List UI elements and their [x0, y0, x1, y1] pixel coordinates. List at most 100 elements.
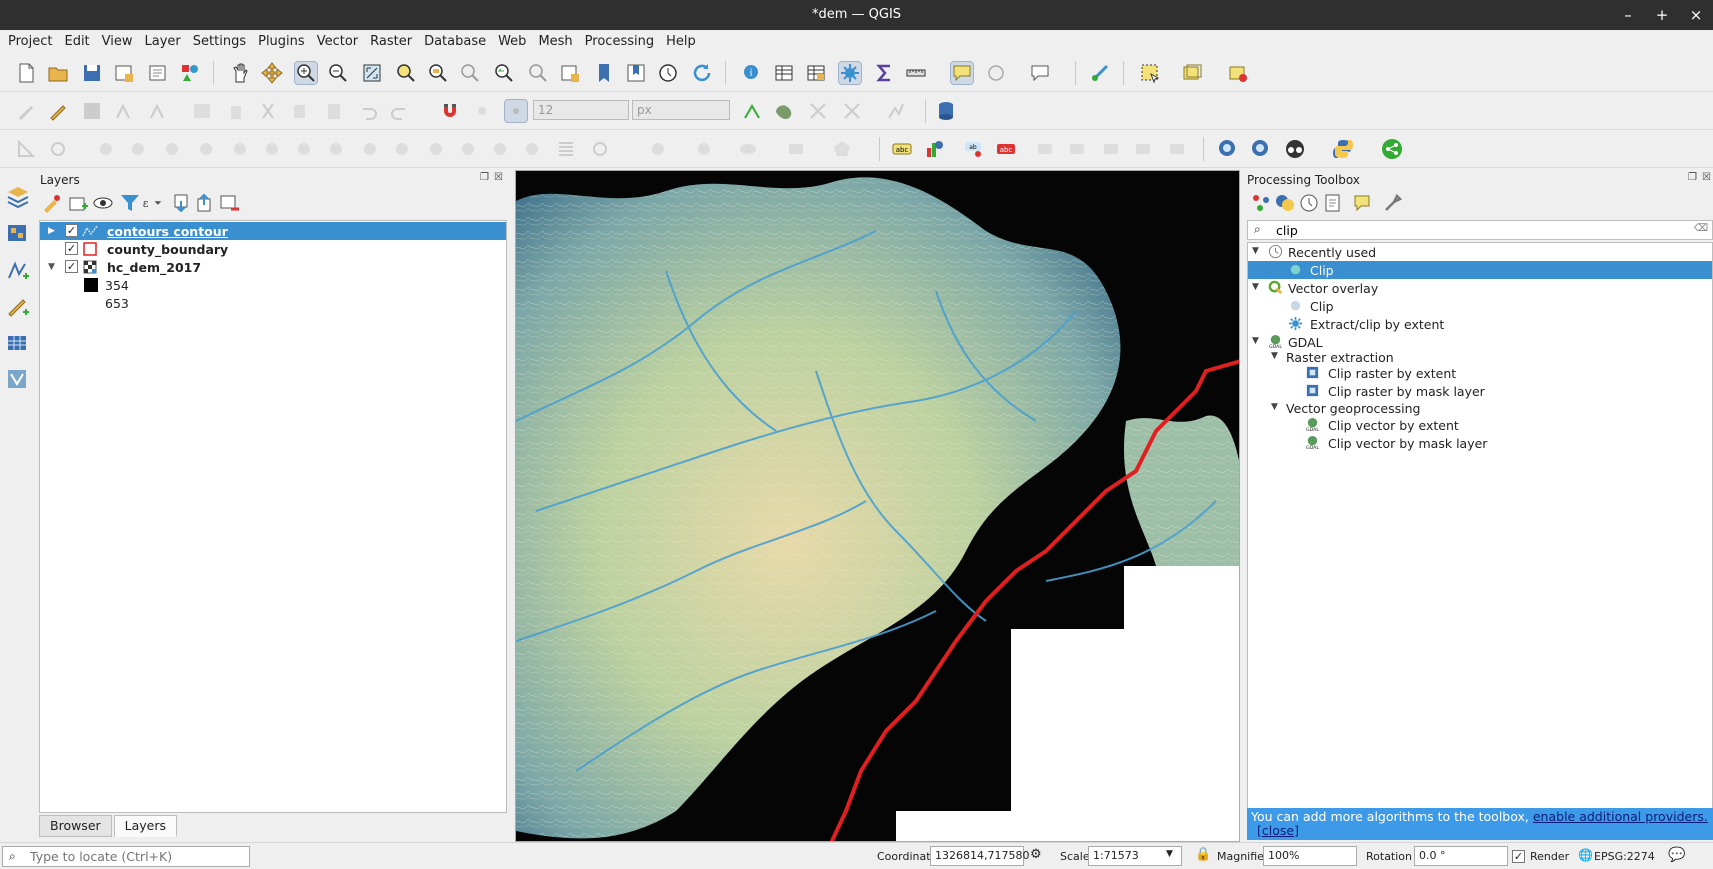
close-window-button[interactable]: ×	[1684, 5, 1708, 25]
add-raster-layer-icon[interactable]	[5, 220, 31, 246]
merge-features-icon[interactable]	[359, 138, 381, 160]
zoom-full-icon[interactable]	[361, 62, 383, 84]
intersection-snapping-icon[interactable]	[807, 100, 829, 122]
pan-to-selection-icon[interactable]	[261, 62, 283, 84]
copy-features-icon[interactable]	[289, 100, 311, 122]
scale-feature-icon[interactable]	[489, 138, 511, 160]
results-viewer-icon[interactable]	[1322, 192, 1340, 212]
attribute-table-icon[interactable]	[773, 62, 795, 84]
undo-rotate-icon[interactable]	[589, 138, 611, 160]
save-edits-icon[interactable]	[81, 100, 103, 122]
show-label-icon[interactable]	[1067, 138, 1089, 160]
simplify-icon[interactable]	[425, 138, 447, 160]
pan-map-icon[interactable]	[229, 62, 251, 84]
shape-digitize-icon[interactable]	[647, 138, 669, 160]
new-shapefile-icon[interactable]	[5, 294, 31, 320]
processing-toolbox-icon[interactable]	[838, 61, 862, 85]
paste-features-icon[interactable]	[323, 100, 345, 122]
coordinate-field[interactable]: 1326814,717580	[930, 846, 1029, 866]
select-all-icon[interactable]	[1181, 62, 1203, 84]
expand-arrow-icon[interactable]: ▶	[48, 226, 55, 236]
menu-help[interactable]: Help	[660, 30, 702, 54]
redo-icon[interactable]	[389, 100, 411, 122]
identify-features-icon[interactable]: i	[741, 62, 763, 84]
reshape-icon[interactable]	[229, 138, 251, 160]
new-project-icon[interactable]	[15, 62, 37, 84]
map-render[interactable]	[516, 171, 1240, 842]
select-features-icon[interactable]	[1139, 62, 1161, 84]
circle-digitize-icon[interactable]	[693, 138, 715, 160]
measure-icon[interactable]	[905, 62, 927, 84]
align-icon[interactable]	[555, 138, 577, 160]
tree-item-extract-clip-by-extent[interactable]: Extract/clip by extent	[1248, 315, 1712, 333]
tree-item-clip-raster-by-mask[interactable]: Clip raster by mask layer	[1248, 382, 1712, 400]
menu-processing[interactable]: Processing	[579, 30, 660, 54]
menu-settings[interactable]: Settings	[187, 30, 252, 54]
dock-float-icon[interactable]: ❐	[1688, 172, 1697, 183]
text-annotation-icon[interactable]	[1029, 62, 1051, 84]
layer-visibility-checkbox[interactable]: ✓	[65, 224, 78, 237]
processing-options-icon[interactable]	[1382, 192, 1403, 211]
current-edits-icon[interactable]	[15, 100, 37, 122]
save-project-icon[interactable]	[81, 62, 103, 84]
collapse-arrow-icon[interactable]: ▼	[1252, 282, 1259, 292]
snapping-magnet-icon[interactable]	[439, 100, 461, 122]
collapse-arrow-icon[interactable]: ▼	[1271, 351, 1278, 361]
remove-layer-icon[interactable]	[218, 192, 239, 211]
deselect-all-icon[interactable]	[1227, 62, 1249, 84]
split-features-icon[interactable]	[293, 138, 315, 160]
open-layer-styling-icon[interactable]	[41, 192, 60, 213]
new-print-layout-icon[interactable]	[113, 62, 135, 84]
edit-features-in-place-icon[interactable]	[1352, 192, 1370, 212]
delete-ring-icon[interactable]	[161, 138, 183, 160]
snap-tolerance-field[interactable]: 12	[533, 100, 629, 120]
add-ring-icon[interactable]	[47, 138, 69, 160]
layer-visibility-checkbox[interactable]: ✓	[65, 242, 78, 255]
zoom-native-icon[interactable]	[459, 62, 481, 84]
show-layout-manager-icon[interactable]	[147, 62, 169, 84]
move-label-icon[interactable]	[521, 138, 543, 160]
rotation-field[interactable]: 0.0 °	[1414, 846, 1508, 866]
menu-view[interactable]: View	[96, 30, 139, 54]
undo-icon[interactable]	[357, 100, 379, 122]
new-mesh-layer-icon[interactable]	[5, 330, 31, 356]
new-bookmark-icon[interactable]	[593, 62, 615, 84]
manage-visibility-icon[interactable]	[92, 192, 114, 210]
tree-item-clip[interactable]: Clip	[1248, 297, 1712, 315]
toggle-extents-icon[interactable]: ⚙	[1030, 847, 1042, 862]
collapse-arrow-icon[interactable]: ▼	[48, 262, 55, 272]
avoid-overlap-icon[interactable]	[773, 100, 795, 122]
filter-legend-icon[interactable]	[119, 192, 139, 211]
self-snapping-icon[interactable]	[841, 100, 863, 122]
annotation-icon[interactable]	[985, 62, 1007, 84]
diagram-tool-icon[interactable]	[923, 138, 945, 160]
toolbox-search-input[interactable]	[1276, 222, 1676, 238]
plugin-reloader-icon[interactable]	[1089, 62, 1111, 84]
menu-database[interactable]: Database	[418, 30, 492, 54]
temporal-controller-icon[interactable]	[657, 62, 679, 84]
menu-raster[interactable]: Raster	[364, 30, 418, 54]
menu-vector[interactable]: Vector	[311, 30, 364, 54]
snapping-mode-icon[interactable]	[504, 99, 528, 123]
statistical-summary-icon[interactable]	[873, 62, 895, 84]
menu-mesh[interactable]: Mesh	[532, 30, 578, 54]
tree-subgroup-vector-geoprocessing[interactable]: ▼ Vector geoprocessing	[1248, 399, 1712, 417]
open-project-icon[interactable]	[47, 62, 69, 84]
lock-scale-icon[interactable]: 🔒	[1195, 847, 1211, 862]
modify-attributes-icon[interactable]	[191, 100, 213, 122]
messages-icon[interactable]: 💬	[1668, 847, 1685, 863]
label-tool-icon[interactable]: abc	[891, 138, 913, 160]
map-tips-icon[interactable]	[950, 61, 974, 85]
move-label-icon[interactable]	[1101, 138, 1123, 160]
dock-close-icon[interactable]: ☒	[1702, 172, 1711, 183]
zoom-to-layer-icon[interactable]	[427, 62, 449, 84]
models-icon[interactable]	[1250, 192, 1269, 211]
chevron-down-icon[interactable]: ▼	[1166, 849, 1173, 859]
field-calculator-icon[interactable]	[805, 62, 827, 84]
rectangle-digitize-icon[interactable]	[785, 138, 807, 160]
zoom-in-icon[interactable]	[294, 61, 318, 85]
layer-row-contours[interactable]: ▶ ✓ contours contour	[40, 222, 506, 240]
minimize-button[interactable]: –	[1616, 5, 1640, 25]
share-icon[interactable]	[1381, 138, 1403, 160]
enable-providers-link[interactable]: enable additional providers.	[1533, 809, 1708, 824]
